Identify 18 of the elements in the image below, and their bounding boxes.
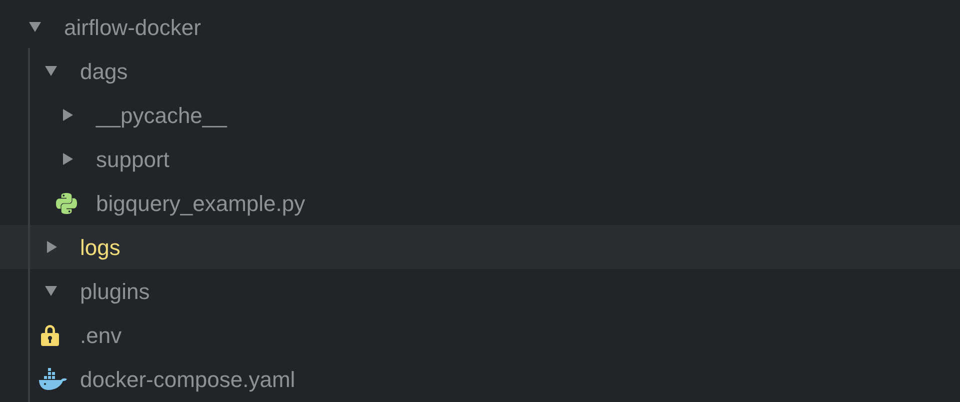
whale-icon [39, 368, 67, 390]
collapse-arrow-icon[interactable] [45, 286, 57, 296]
tree-item[interactable]: support [0, 137, 960, 181]
expand-arrow-icon[interactable] [63, 153, 73, 165]
collapse-arrow-icon[interactable] [45, 66, 57, 76]
expand-arrow-icon[interactable] [63, 109, 73, 121]
collapse-arrow-icon[interactable] [29, 22, 41, 32]
tree-item[interactable]: airflow-docker [0, 5, 960, 49]
tree-item[interactable]: __pycache__ [0, 93, 960, 137]
tree-item[interactable]: docker-compose.yaml [0, 357, 960, 401]
tree-item[interactable]: dags [0, 49, 960, 93]
lock-icon [41, 324, 59, 346]
tree-item[interactable]: bigquery_example.py [0, 181, 960, 225]
tree-item[interactable]: .env [0, 313, 960, 357]
python-icon [55, 192, 78, 214]
expand-arrow-icon[interactable] [47, 241, 57, 253]
tree-item[interactable]: plugins [0, 269, 960, 313]
tree-item[interactable]: logs [0, 225, 960, 269]
